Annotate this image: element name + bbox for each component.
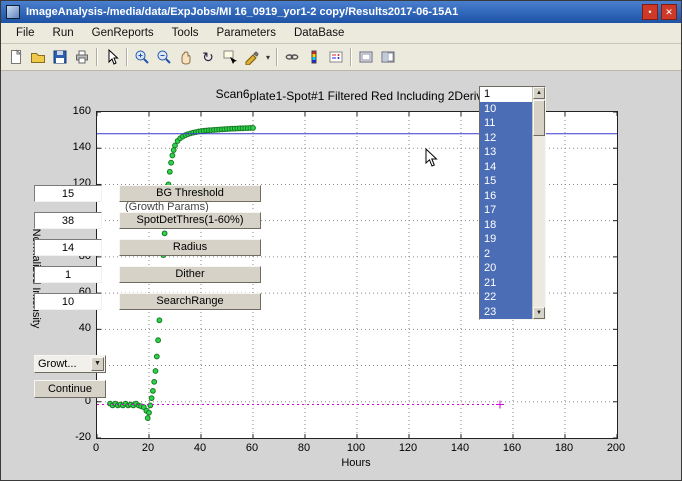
menu-file[interactable]: File <box>7 25 44 41</box>
list-item-2[interactable]: 2 <box>480 247 532 262</box>
y-tick--20: -20 <box>57 431 91 443</box>
list-item-17[interactable]: 17 <box>480 203 532 218</box>
menu-parameters[interactable]: Parameters <box>208 25 285 41</box>
list-item-21[interactable]: 21 <box>480 276 532 291</box>
growth-popup-value: Growt... <box>35 358 91 370</box>
x-tick-100: 100 <box>341 442 371 454</box>
param-input-searchrange[interactable] <box>34 293 102 310</box>
list-item-18[interactable]: 18 <box>480 218 532 233</box>
x-tick-40: 40 <box>185 442 215 454</box>
list-item-14[interactable]: 14 <box>480 160 532 175</box>
x-tick-80: 80 <box>289 442 319 454</box>
brush-dropdown-caret[interactable]: ▾ <box>263 46 273 68</box>
zoom-in-icon[interactable] <box>131 46 153 68</box>
list-item-20[interactable]: 20 <box>480 261 532 276</box>
menu-tools[interactable]: Tools <box>163 25 208 41</box>
continue-button[interactable]: Continue <box>34 380 106 398</box>
param-input-bg-threshold[interactable] <box>34 185 102 202</box>
list-item-10[interactable]: 10 <box>480 102 532 117</box>
param-button-dither[interactable]: Dither <box>119 266 261 283</box>
title-bar[interactable]: ImageAnalysis-/media/data/ExpJobs/MI 16_… <box>1 1 681 23</box>
y-tick-140: 140 <box>57 141 91 153</box>
toolbar: ↻ ▾ <box>1 44 681 71</box>
figure-canvas: Normalized Intensity Scan6plate1-Spot#1 … <box>1 71 682 481</box>
list-item-13[interactable]: 13 <box>480 145 532 160</box>
edit-plot-pointer-icon[interactable] <box>101 46 123 68</box>
param-button-bg-threshold[interactable]: BG Threshold <box>119 185 261 202</box>
x-tick-160: 160 <box>497 442 527 454</box>
y-tick-40: 40 <box>57 322 91 334</box>
scrollbar-thumb[interactable] <box>533 100 545 136</box>
y-tick-160: 160 <box>57 105 91 117</box>
param-input-spotdetthres-1-60[interactable] <box>34 212 102 229</box>
menu-database[interactable]: DataBase <box>285 25 354 41</box>
param-button-spotdetthres-1-60[interactable]: SpotDetThres(1-60%) <box>119 212 261 229</box>
show-plot-tools-icon[interactable] <box>377 46 399 68</box>
list-item-15[interactable]: 15 <box>480 174 532 189</box>
insert-colorbar-icon[interactable] <box>303 46 325 68</box>
x-tick-120: 120 <box>393 442 423 454</box>
list-item-19[interactable]: 19 <box>480 232 532 247</box>
chevron-down-icon[interactable]: ▼ <box>91 357 104 371</box>
zoom-out-icon[interactable] <box>153 46 175 68</box>
param-button-radius[interactable]: Radius <box>119 239 261 256</box>
save-figure-icon[interactable] <box>49 46 71 68</box>
list-item-12[interactable]: 12 <box>480 131 532 146</box>
data-cursor-icon[interactable] <box>219 46 241 68</box>
param-input-dither[interactable] <box>34 266 102 283</box>
list-item-16[interactable]: 16 <box>480 189 532 204</box>
toolbar-separator <box>96 48 98 66</box>
pan-hand-icon[interactable] <box>175 46 197 68</box>
scroll-up-icon[interactable]: ▲ <box>533 87 545 99</box>
spot-number-listbox[interactable]: 110111213141516171819220212223 ▲ ▼ <box>479 86 546 320</box>
list-item-22[interactable]: 22 <box>480 290 532 305</box>
brush-icon[interactable] <box>241 46 263 68</box>
window-title: ImageAnalysis-/media/data/ExpJobs/MI 16_… <box>26 6 642 18</box>
insert-legend-icon[interactable] <box>325 46 347 68</box>
growth-popup-menu[interactable]: Growt... ▼ <box>34 355 106 373</box>
menu-genreports[interactable]: GenReports <box>83 25 163 41</box>
new-figure-icon[interactable] <box>5 46 27 68</box>
print-figure-icon[interactable] <box>71 46 93 68</box>
x-tick-180: 180 <box>549 442 579 454</box>
app-icon <box>6 5 20 19</box>
toolbar-separator <box>126 48 128 66</box>
minimize-button[interactable]: • <box>642 4 658 20</box>
open-file-icon[interactable] <box>27 46 49 68</box>
x-tick-200: 200 <box>601 442 631 454</box>
hide-plot-tools-icon[interactable] <box>355 46 377 68</box>
toolbar-separator <box>350 48 352 66</box>
close-button[interactable]: ✕ <box>661 4 677 20</box>
x-tick-140: 140 <box>445 442 475 454</box>
listbox-scrollbar[interactable]: ▲ ▼ <box>532 87 545 319</box>
x-tick-20: 20 <box>133 442 163 454</box>
list-item-23[interactable]: 23 <box>480 305 532 320</box>
list-item-11[interactable]: 11 <box>480 116 532 131</box>
x-axis-label: Hours <box>96 457 616 469</box>
link-plot-icon[interactable] <box>281 46 303 68</box>
list-item-1[interactable]: 1 <box>480 87 532 102</box>
param-button-searchrange[interactable]: SearchRange <box>119 293 261 310</box>
app-window: ImageAnalysis-/media/data/ExpJobs/MI 16_… <box>0 0 682 481</box>
toolbar-separator <box>276 48 278 66</box>
rotate-3d-icon[interactable]: ↻ <box>197 46 219 68</box>
param-input-radius[interactable] <box>34 239 102 256</box>
x-tick-60: 60 <box>237 442 267 454</box>
x-tick-0: 0 <box>81 442 111 454</box>
menu-run[interactable]: Run <box>44 25 83 41</box>
scroll-down-icon[interactable]: ▼ <box>533 307 545 319</box>
menu-bar: FileRunGenReportsToolsParametersDataBase <box>1 23 681 44</box>
